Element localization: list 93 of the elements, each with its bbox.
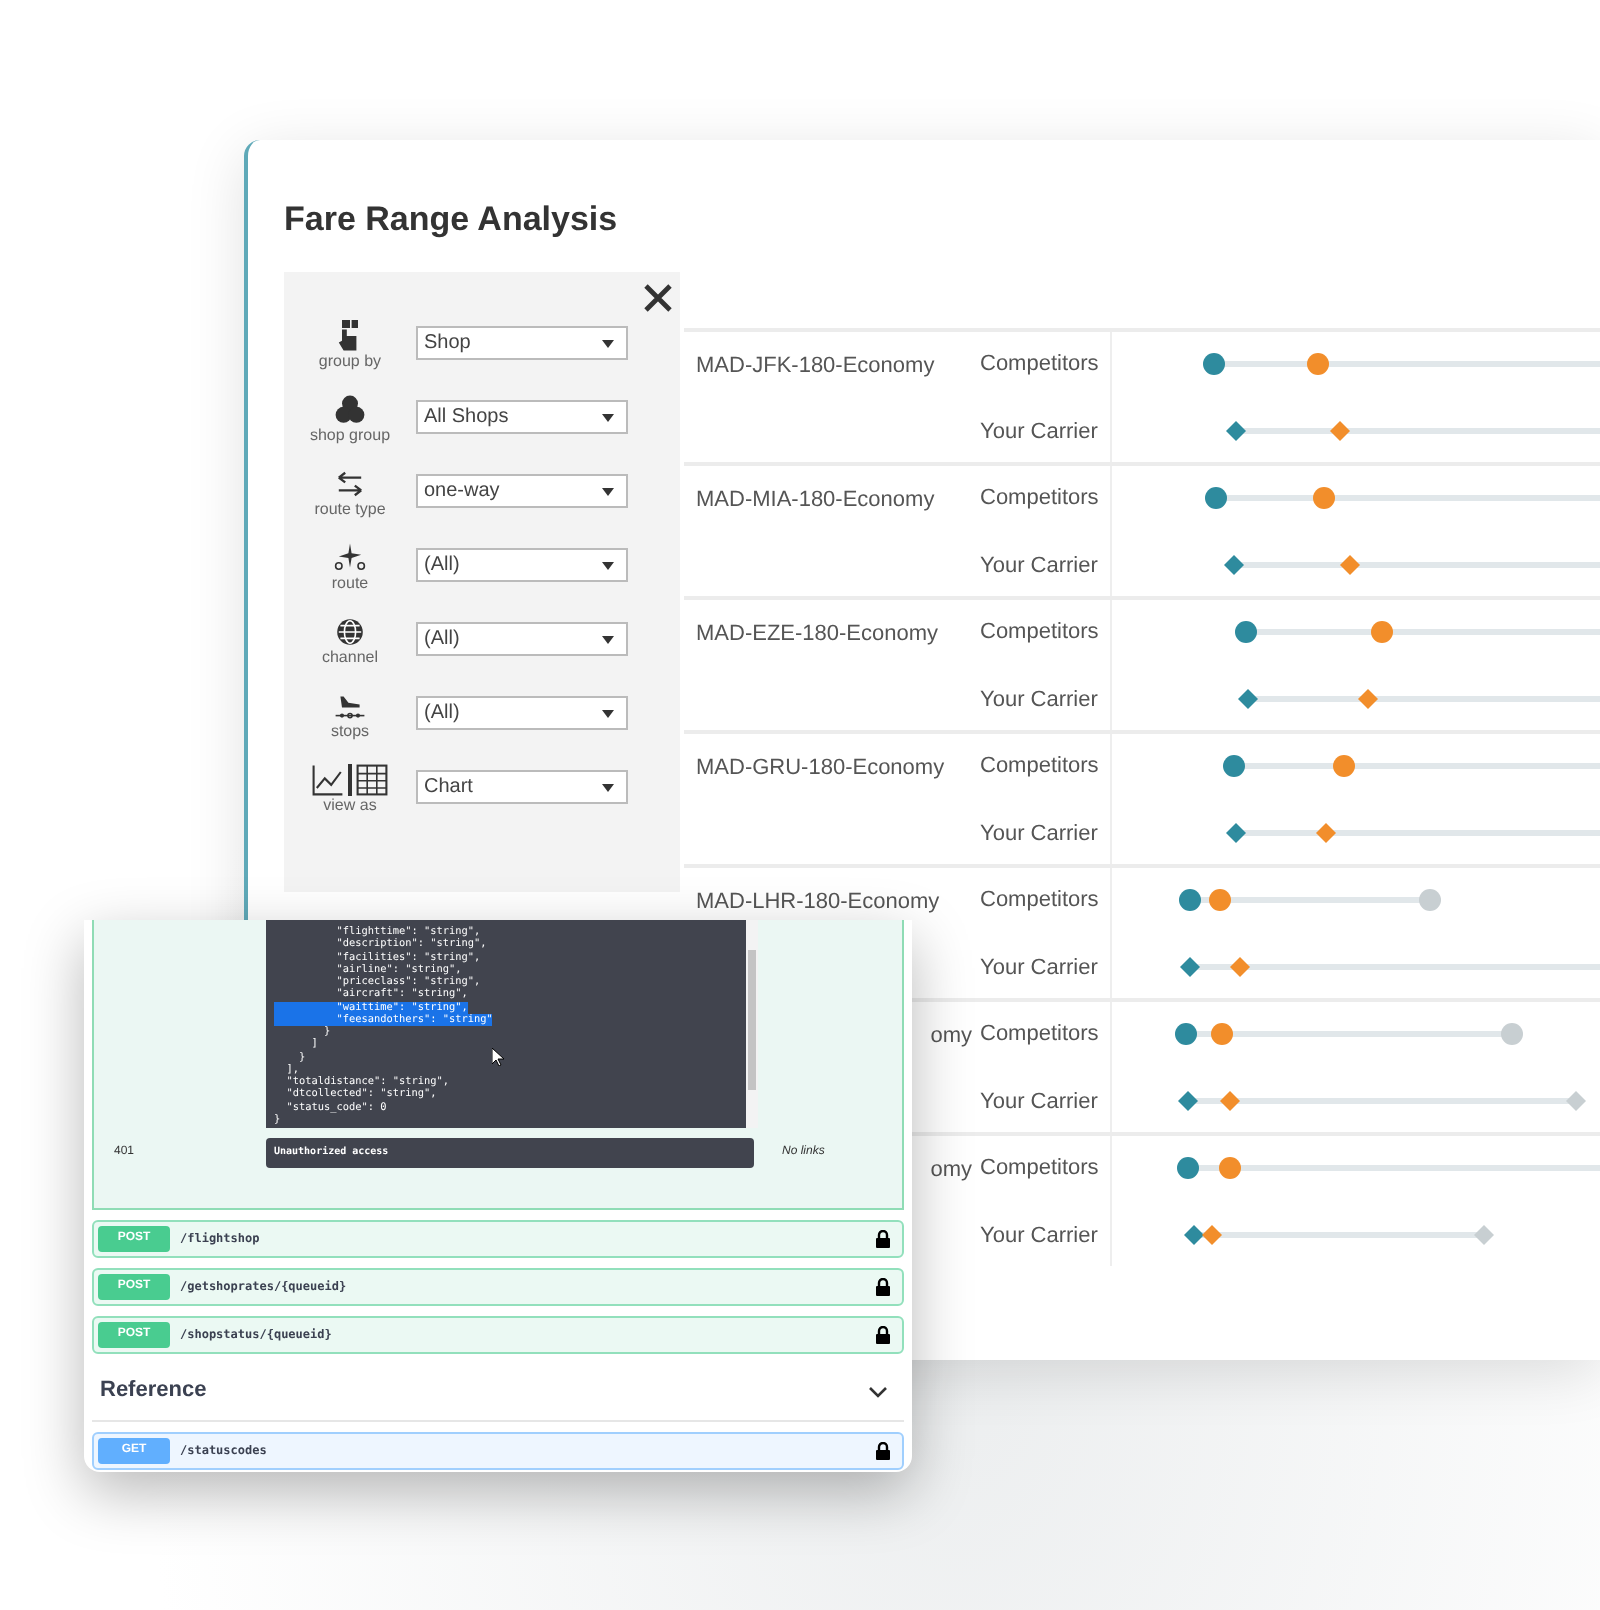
series-label: Your Carrier <box>980 1221 1100 1251</box>
diamond-marker <box>1474 1225 1494 1245</box>
route-label: omy <box>930 1158 972 1182</box>
route-label: MAD-GRU-180-Economy <box>696 756 945 780</box>
diamond-marker <box>1184 1225 1204 1245</box>
series-label: Your Carrier <box>980 685 1100 715</box>
series-label: Your Carrier <box>980 953 1100 983</box>
plane-stops-icon <box>334 690 366 722</box>
series-label: Competitors <box>980 886 1101 916</box>
filter-label: view as <box>323 796 377 816</box>
globe-icon <box>334 616 366 648</box>
filter-label: shop group <box>309 426 391 446</box>
caret-icon <box>602 487 614 495</box>
lock-icon[interactable] <box>876 1326 890 1344</box>
circle-marker <box>1235 621 1257 643</box>
dropdown[interactable]: (All) <box>416 548 628 582</box>
plane-route-icon <box>334 542 366 574</box>
dropdown[interactable]: Chart <box>416 770 628 804</box>
section-title: Reference <box>100 1376 207 1407</box>
route-label: MAD-EZE-180-Economy <box>696 622 939 646</box>
filter-label: route type <box>314 500 386 520</box>
series-label: Competitors <box>980 484 1101 514</box>
circle-marker <box>1419 889 1441 911</box>
series-label: Competitors <box>980 618 1101 648</box>
caret-icon <box>602 635 614 643</box>
circle-marker <box>1333 755 1355 777</box>
dropdown[interactable]: one-way <box>416 474 628 508</box>
filter-label: channel <box>321 648 379 668</box>
scrollbar[interactable] <box>746 920 758 1128</box>
diamond-marker <box>1316 823 1336 843</box>
page-title: Fare Range Analysis <box>284 198 620 242</box>
circle-marker <box>1371 621 1393 643</box>
lock-icon[interactable] <box>876 1230 890 1248</box>
circle-marker <box>1203 353 1225 375</box>
divider-bar <box>348 764 352 796</box>
swap-arrows-icon <box>334 468 366 500</box>
caret-icon <box>602 783 614 791</box>
circle-marker <box>1209 889 1231 911</box>
dropdown[interactable]: (All) <box>416 622 628 656</box>
dropdown[interactable]: Shop <box>416 326 628 360</box>
series-label: Competitors <box>980 752 1101 782</box>
circle-marker <box>1179 889 1201 911</box>
circle-marker <box>1205 487 1227 509</box>
dropdown[interactable]: (All) <box>416 696 628 730</box>
circle-marker <box>1307 353 1329 375</box>
diamond-marker <box>1238 689 1258 709</box>
lock-icon[interactable] <box>876 1442 890 1460</box>
caret-icon <box>602 339 614 347</box>
series-label: Your Carrier <box>980 551 1100 581</box>
lock-icon[interactable] <box>876 1278 890 1296</box>
diamond-marker <box>1226 823 1246 843</box>
series-label: Competitors <box>980 350 1101 380</box>
diamond-marker <box>1358 689 1378 709</box>
chevron-down-icon[interactable] <box>868 1385 888 1397</box>
route-label: MAD-MIA-180-Economy <box>696 488 935 512</box>
table-icon <box>355 764 388 796</box>
series-label: Competitors <box>980 1020 1101 1050</box>
series-label: Competitors <box>980 1154 1101 1184</box>
caret-icon <box>602 709 614 717</box>
filter-label: group by <box>318 352 382 372</box>
line-chart-icon <box>312 764 345 796</box>
circle-marker <box>1313 487 1335 509</box>
filter-label: stops <box>330 722 370 742</box>
diamond-marker <box>1566 1091 1586 1111</box>
circle-marker <box>1211 1023 1233 1045</box>
diamond-marker <box>1180 957 1200 977</box>
diamond-marker <box>1340 555 1360 575</box>
circle-marker <box>1175 1023 1197 1045</box>
circles-icon <box>334 394 366 426</box>
diamond-marker <box>1226 421 1246 441</box>
circle-marker <box>1501 1023 1523 1045</box>
caret-icon <box>602 561 614 569</box>
diamond-marker <box>1230 957 1250 977</box>
cursor-icon <box>492 1048 504 1066</box>
circle-marker <box>1177 1157 1199 1179</box>
caret-icon <box>602 413 614 421</box>
circle-marker <box>1223 755 1245 777</box>
section-header[interactable]: Reference <box>92 1362 904 1422</box>
circle-marker <box>1219 1157 1241 1179</box>
filter-label: route <box>331 574 369 594</box>
diamond-marker <box>1224 555 1244 575</box>
series-label: Your Carrier <box>980 417 1100 447</box>
route-label: MAD-LHR-180-Economy <box>696 890 940 914</box>
diamond-marker <box>1202 1225 1222 1245</box>
close-icon[interactable] <box>642 282 674 314</box>
route-label: MAD-JFK-180-Economy <box>696 354 935 378</box>
diamond-marker <box>1330 421 1350 441</box>
series-label: Your Carrier <box>980 1087 1100 1117</box>
diamond-marker <box>1220 1091 1240 1111</box>
diamond-marker <box>1178 1091 1198 1111</box>
series-label: Your Carrier <box>980 819 1100 849</box>
dropdown[interactable]: All Shops <box>416 400 628 434</box>
route-label: omy <box>930 1024 972 1048</box>
